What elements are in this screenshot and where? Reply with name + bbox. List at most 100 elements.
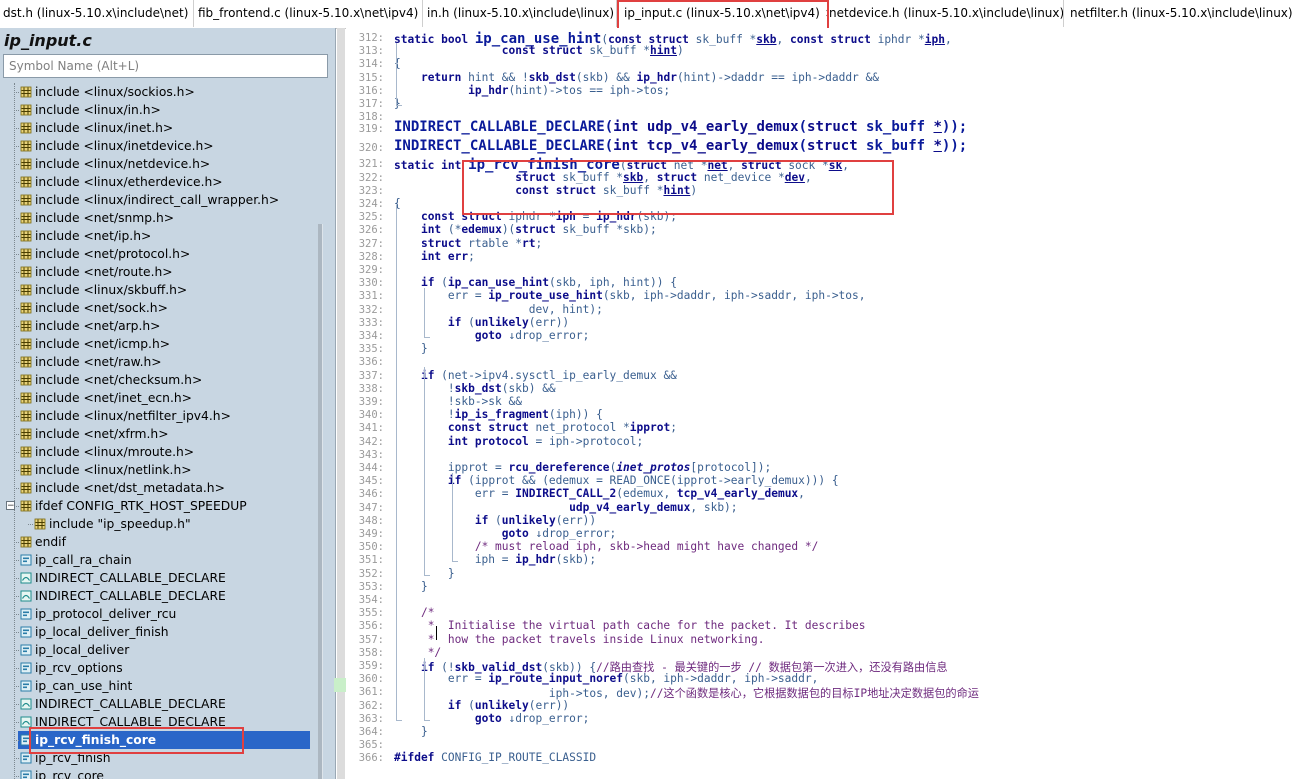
symbol-item[interactable]: include <net/protocol.h> [20, 245, 190, 263]
symbol-item[interactable]: ip_local_deliver_finish [20, 623, 169, 641]
symbol-item[interactable]: ip_rcv_finish [20, 749, 111, 767]
code-line[interactable]: { [394, 197, 401, 210]
symbol-item[interactable]: ip_local_deliver [20, 641, 129, 659]
code-line[interactable]: ip_hdr(hint)->tos == iph->tos; [394, 84, 670, 97]
tab-netfilter-h[interactable]: netfilter.h (linux-5.10.x\include\linux) [1067, 0, 1299, 27]
symbol-item[interactable]: ip_can_use_hint [20, 677, 132, 695]
code-line[interactable]: struct rtable *rt; [394, 237, 542, 250]
symbol-item[interactable]: ip_protocol_deliver_rcu [20, 605, 176, 623]
code-line[interactable]: /* [394, 606, 434, 619]
code-editor[interactable]: 312: static bool ip_can_use_hint(const st… [346, 28, 1299, 779]
tab-dst-h[interactable]: dst.h (linux-5.10.x\include\net) [0, 0, 194, 27]
collapse-toggle[interactable]: − [6, 501, 15, 511]
line-number: 326: [358, 224, 384, 237]
code-line[interactable]: { [394, 57, 401, 70]
code-line[interactable]: err = ip_route_input_noref(skb, iph->dad… [394, 672, 818, 685]
tree-connector [14, 614, 19, 615]
code-line[interactable]: */ [394, 646, 441, 659]
code-line[interactable]: INDIRECT_CALLABLE_DECLARE(int udp_v4_ear… [394, 119, 967, 135]
symbol-item[interactable]: include <linux/netfilter_ipv4.h> [20, 407, 231, 425]
symbol-item[interactable]: ifdef CONFIG_RTK_HOST_SPEEDUP [20, 497, 247, 515]
symbol-item[interactable]: include <net/xfrm.h> [20, 425, 169, 443]
symbol-item[interactable]: include <linux/etherdevice.h> [20, 173, 223, 191]
code-line[interactable]: } [394, 97, 401, 110]
symbol-item[interactable]: include <net/ip.h> [20, 227, 151, 245]
tab-label: netdevice.h (linux-5.10.x\include\linux) [829, 6, 1064, 20]
symbol-item[interactable]: include <net/icmp.h> [20, 335, 170, 353]
symbol-item[interactable]: include <net/dst_metadata.h> [20, 479, 225, 497]
code-line[interactable]: err = ip_route_use_hint(skb, iph->daddr,… [394, 289, 866, 302]
symbol-item[interactable]: include <linux/inetdevice.h> [20, 137, 214, 155]
code-line[interactable]: int (*edemux)(struct sk_buff *skb); [394, 223, 657, 236]
symbol-item[interactable]: ip_rcv_finish_core [18, 731, 310, 749]
code-line[interactable]: !ip_is_fragment(iph)) { [394, 408, 603, 421]
symbol-item[interactable]: INDIRECT_CALLABLE_DECLARE [20, 713, 226, 731]
tab-netdevice-h[interactable]: netdevice.h (linux-5.10.x\include\linux) [829, 0, 1064, 27]
code-line[interactable]: const struct iphdr *iph = ip_hdr(skb); [394, 210, 677, 223]
code-line[interactable]: * Initialise the virtual path cache for … [394, 619, 866, 632]
code-line[interactable]: int err; [394, 250, 475, 263]
symbol-item[interactable]: include <linux/indirect_call_wrapper.h> [20, 191, 279, 209]
tab-ip-input-c[interactable]: ip_input.c (linux-5.10.x\net\ipv4)✕ [619, 0, 829, 27]
include-icon [20, 139, 32, 152]
symbol-search-input[interactable] [3, 54, 328, 78]
symbol-item[interactable]: include <net/inet_ecn.h> [20, 389, 192, 407]
symbol-item[interactable]: include <linux/in.h> [20, 101, 161, 119]
code-line[interactable]: if (unlikely(err)) [394, 699, 569, 712]
symbol-item[interactable]: include <linux/skbuff.h> [20, 281, 187, 299]
symbol-item[interactable]: INDIRECT_CALLABLE_DECLARE [20, 587, 226, 605]
code-line[interactable]: const struct net_protocol *ipprot; [394, 421, 677, 434]
symbol-item[interactable]: include <linux/sockios.h> [20, 83, 195, 101]
symbol-item[interactable]: include <net/checksum.h> [20, 371, 202, 389]
tab-fib-frontend-c[interactable]: fib_frontend.c (linux-5.10.x\net\ipv4) [195, 0, 423, 27]
code-line[interactable]: } [394, 342, 428, 355]
code-line[interactable]: if (ipprot && (edemux = READ_ONCE(ipprot… [394, 474, 839, 487]
tab-label: fib_frontend.c (linux-5.10.x\net\ipv4) [198, 6, 419, 20]
code-line[interactable]: #ifdef CONFIG_IP_ROUTE_CLASSID [394, 751, 596, 764]
symbol-item[interactable]: include <net/raw.h> [20, 353, 162, 371]
code-line[interactable]: int protocol = iph->protocol; [394, 435, 643, 448]
include-icon [20, 481, 32, 494]
symbol-item[interactable]: include "ip_speedup.h" [34, 515, 191, 533]
symbol-item[interactable]: endif [20, 533, 66, 551]
line-number: 364: [358, 726, 384, 738]
code-line[interactable]: !skb_dst(skb) && [394, 382, 556, 395]
code-line[interactable]: udp_v4_early_demux, skb); [394, 501, 737, 514]
code-line[interactable]: } [394, 580, 428, 593]
symbol-item[interactable]: include <net/sock.h> [20, 299, 168, 317]
code-line[interactable]: const struct sk_buff *hint) [394, 184, 697, 197]
symbol-item[interactable]: include <net/snmp.h> [20, 209, 174, 227]
symbol-item[interactable]: INDIRECT_CALLABLE_DECLARE [20, 695, 226, 713]
symbol-item[interactable]: include <linux/netlink.h> [20, 461, 192, 479]
code-line[interactable]: goto ↓drop_error; [394, 527, 617, 540]
sidebar-scrollbar-thumb[interactable] [318, 224, 322, 779]
symbol-item[interactable]: include <linux/inet.h> [20, 119, 173, 137]
code-line[interactable]: if (net->ipv4.sysctl_ip_early_demux && [394, 369, 677, 382]
include-icon [20, 211, 32, 224]
code-line[interactable]: INDIRECT_CALLABLE_DECLARE(int tcp_v4_ear… [394, 138, 967, 154]
symbol-item[interactable]: include <net/arp.h> [20, 317, 161, 335]
code-line[interactable]: return hint && !skb_dst(skb) && ip_hdr(h… [394, 71, 879, 84]
code-line[interactable]: dev, hint); [394, 303, 603, 316]
code-line[interactable]: const struct sk_buff *hint) [394, 44, 684, 57]
symbol-item[interactable]: ip_rcv_options [20, 659, 123, 677]
symbol-item[interactable]: include <net/route.h> [20, 263, 173, 281]
tab-in-h[interactable]: in.h (linux-5.10.x\include\linux) [424, 0, 617, 27]
code-line[interactable]: err = INDIRECT_CALL_2(edemux, tcp_v4_ear… [394, 487, 805, 500]
code-line[interactable]: } [394, 725, 428, 738]
symbol-item-label: include <net/icmp.h> [35, 337, 171, 351]
tree-connector [14, 452, 19, 453]
symbol-item[interactable]: include <linux/netdevice.h> [20, 155, 210, 173]
code-line[interactable]: ipprot = rcu_dereference(inet_protos[pro… [394, 461, 771, 474]
include-icon [20, 445, 32, 458]
symbol-item[interactable]: include <linux/mroute.h> [20, 443, 194, 461]
symbol-item[interactable]: ip_rcv_core [20, 767, 104, 779]
code-line[interactable]: /* must reload iph, skb->head might have… [394, 540, 819, 553]
code-line[interactable]: if (ip_can_use_hint(skb, iph, hint)) { [394, 276, 677, 289]
code-line[interactable]: struct sk_buff *skb, struct net_device *… [394, 171, 811, 184]
symbol-item[interactable]: INDIRECT_CALLABLE_DECLARE [20, 569, 226, 587]
symbol-item[interactable]: ip_call_ra_chain [20, 551, 132, 569]
code-line[interactable]: !skb->sk && [394, 395, 522, 408]
code-line[interactable]: * how the packet travels inside Linux ne… [394, 633, 765, 646]
code-line[interactable]: if (unlikely(err)) [394, 316, 569, 329]
